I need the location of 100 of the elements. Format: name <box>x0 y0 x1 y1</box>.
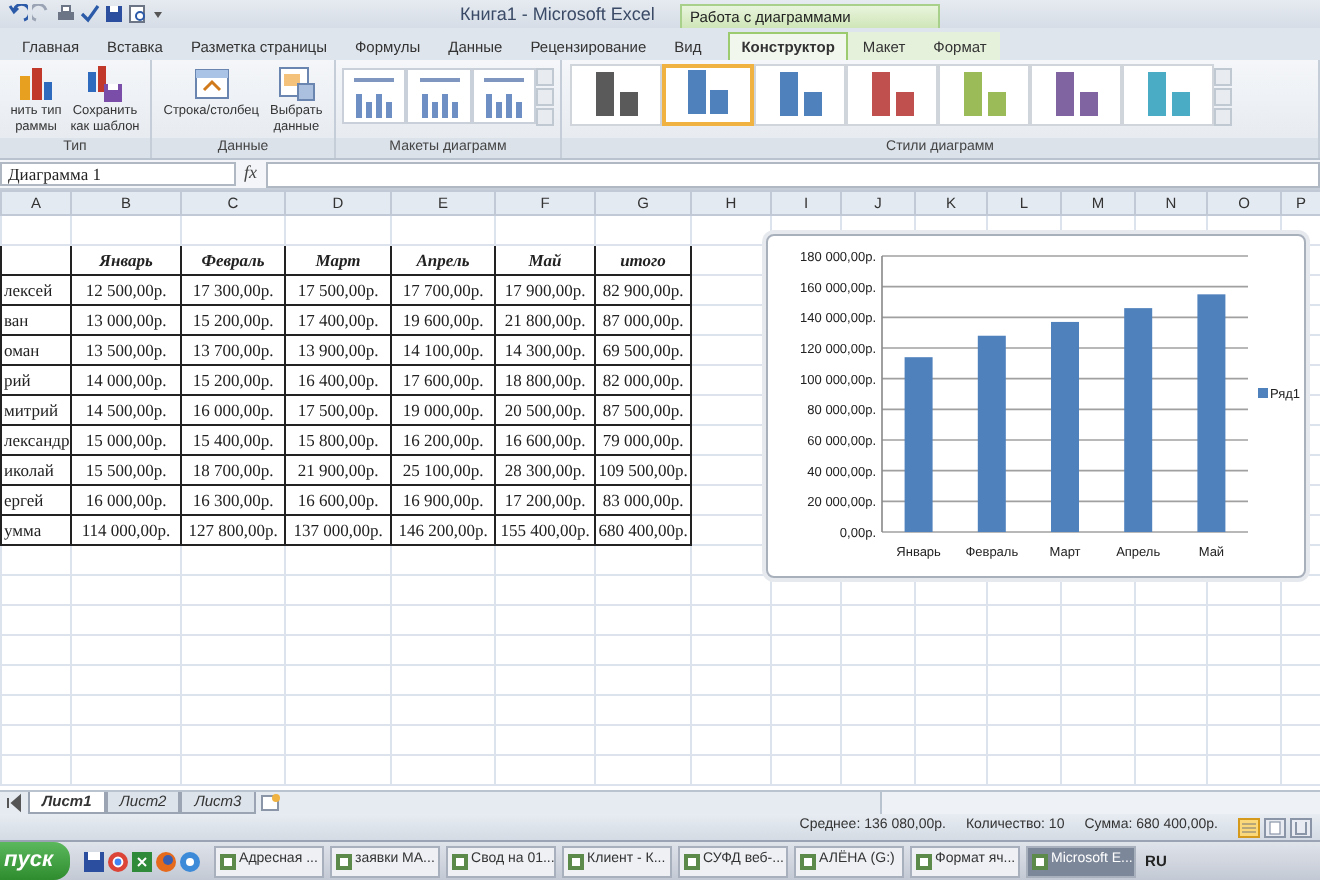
table-cell: 87 000,00р. <box>595 305 691 336</box>
table-cell: оман <box>1 335 71 366</box>
undo-icon[interactable] <box>8 4 28 24</box>
table-cell: Февраль <box>181 245 285 276</box>
table-cell: 16 400,00р. <box>285 365 391 396</box>
table-cell: 680 400,00р. <box>595 515 691 546</box>
table-cell: 13 500,00р. <box>71 335 181 366</box>
table-cell: 17 500,00р. <box>285 395 391 426</box>
insert-sheet-icon[interactable] <box>255 792 284 814</box>
spreadsheet-icon[interactable] <box>131 851 152 871</box>
window-icon <box>1031 853 1048 869</box>
table-cell: Май <box>495 245 595 276</box>
table-cell: рий <box>1 365 71 396</box>
table-cell: 17 500,00р. <box>285 275 391 306</box>
table-cell: 82 000,00р. <box>595 365 691 396</box>
formula-field[interactable] <box>265 161 1320 187</box>
table-cell: 17 200,00р. <box>495 485 595 516</box>
printer-icon[interactable] <box>56 4 76 24</box>
table-cell: ван <box>1 305 71 336</box>
table-cell: 69 500,00р. <box>595 335 691 366</box>
table-cell: 14 000,00р. <box>71 365 181 396</box>
layout-thumbnail[interactable] <box>406 68 472 124</box>
table-cell: 19 000,00р. <box>391 395 495 426</box>
table-cell: 15 200,00р. <box>181 305 285 336</box>
chart-style-thumbnail[interactable] <box>938 64 1030 126</box>
table-cell: 17 400,00р. <box>285 305 391 336</box>
table-cell: 21 800,00р. <box>495 305 595 336</box>
bar-chart-icon <box>15 64 56 104</box>
table-cell: 16 000,00р. <box>181 395 285 426</box>
layout-thumbnail[interactable] <box>342 68 407 124</box>
table-cell: Апрель <box>391 245 495 276</box>
table-chart-icon <box>276 64 317 104</box>
table-cell: 83 000,00р. <box>595 485 691 516</box>
table-cell: Январь <box>71 245 181 276</box>
legend-swatch <box>1258 388 1268 398</box>
table-cell: 12 500,00р. <box>71 275 181 306</box>
table-cell: 114 000,00р. <box>71 515 181 546</box>
window-icon <box>799 853 816 869</box>
chart-style-thumbnail[interactable] <box>1030 64 1122 126</box>
table-cell: 15 400,00р. <box>181 425 285 456</box>
browser-icon[interactable] <box>107 851 128 871</box>
normal-view-icon[interactable] <box>1238 817 1260 837</box>
table-cell: 15 800,00р. <box>285 425 391 456</box>
table-cell: 13 000,00р. <box>71 305 181 336</box>
spellcheck-icon[interactable] <box>80 4 100 24</box>
table-cell: 87 500,00р. <box>595 395 691 426</box>
table-cell: 28 300,00р. <box>495 455 595 486</box>
chart-style-thumbnail[interactable] <box>846 64 938 126</box>
table-cell: 155 400,00р. <box>495 515 595 546</box>
table-cell: 16 000,00р. <box>71 485 181 516</box>
table-cell: митрий <box>1 395 71 426</box>
table-cell: итого <box>595 245 691 276</box>
table-cell: 16 900,00р. <box>391 485 495 516</box>
layout-thumbnail[interactable] <box>471 68 537 124</box>
table-cell: 14 300,00р. <box>495 335 595 366</box>
name-box[interactable]: Диаграмма 1 <box>0 162 236 186</box>
browser-icon[interactable] <box>155 851 176 871</box>
window-icon <box>915 853 932 869</box>
table-cell: 79 000,00р. <box>595 425 691 456</box>
page-break-icon[interactable] <box>1290 817 1312 837</box>
table-cell: 16 600,00р. <box>285 485 391 516</box>
table-cell: лексей <box>1 275 71 306</box>
window-icon <box>451 853 468 869</box>
table-cell: 13 700,00р. <box>181 335 285 366</box>
save-icon[interactable] <box>104 4 124 24</box>
table-cell: 14 100,00р. <box>391 335 495 366</box>
table-cell: 17 700,00р. <box>391 275 495 306</box>
table-cell: 109 500,00р. <box>595 455 691 486</box>
table-cell: 13 900,00р. <box>285 335 391 366</box>
table-cell: 20 500,00р. <box>495 395 595 426</box>
table-cell: 15 200,00р. <box>181 365 285 396</box>
table-cell: Март <box>285 245 391 276</box>
print-preview-icon[interactable] <box>128 4 148 24</box>
browser-icon[interactable] <box>179 851 200 871</box>
table-cell: лександр <box>1 425 71 456</box>
page-layout-icon[interactable] <box>1264 817 1286 837</box>
table-cell: 146 200,00р. <box>391 515 495 546</box>
table-cell: иколай <box>1 455 71 486</box>
table-cell: 17 300,00р. <box>181 275 285 306</box>
table-cell: 19 600,00р. <box>391 305 495 336</box>
chart-style-thumbnail[interactable] <box>754 64 846 126</box>
save-icon[interactable] <box>83 851 104 871</box>
chart-save-icon <box>84 64 125 104</box>
table-cell: 18 700,00р. <box>181 455 285 486</box>
table-cell: 18 800,00р. <box>495 365 595 396</box>
window-icon <box>335 853 352 869</box>
table-cell: ергей <box>1 485 71 516</box>
table-cell: 17 600,00р. <box>391 365 495 396</box>
horizontal-scrollbar[interactable] <box>880 792 1320 814</box>
table-cell: 16 300,00р. <box>181 485 285 516</box>
function-button[interactable]: fx <box>244 160 257 188</box>
table-cell: 17 900,00р. <box>495 275 595 306</box>
table-cell: умма <box>1 515 71 546</box>
window-icon <box>219 853 236 869</box>
chart-style-thumbnail[interactable] <box>1122 64 1214 126</box>
table-cell: 14 500,00р. <box>71 395 181 426</box>
chart-style-thumbnail[interactable] <box>662 64 754 126</box>
chart-style-thumbnail[interactable] <box>570 64 662 126</box>
table-cell: 137 000,00р. <box>285 515 391 546</box>
table-cell: 82 900,00р. <box>595 275 691 306</box>
